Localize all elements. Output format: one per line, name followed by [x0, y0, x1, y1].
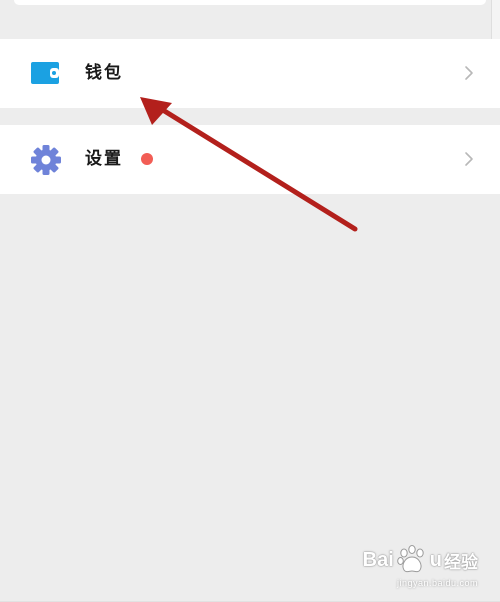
watermark-brand-cn: 经验	[444, 552, 478, 572]
watermark-brand-suffix: u	[429, 548, 442, 571]
top-card-edge	[14, 0, 486, 5]
notification-dot	[141, 153, 153, 165]
menu-item-label: 设置	[85, 149, 123, 169]
wallet-icon	[31, 62, 59, 84]
menu-item-wallet[interactable]: 钱包	[0, 39, 500, 108]
chevron-right-icon	[465, 152, 473, 166]
menu-item-label: 钱包	[85, 63, 123, 83]
menu-item-settings[interactable]: 设置	[0, 125, 500, 194]
gear-icon	[31, 145, 61, 175]
paw-icon	[396, 545, 424, 573]
chevron-right-icon	[465, 66, 473, 80]
watermark-url: jingyan.baidu.com	[396, 578, 478, 588]
baidu-jingyan-watermark: Bai u 经验 jingyan.baidu.com	[362, 542, 478, 588]
watermark-brand-prefix: Bai	[362, 548, 394, 571]
